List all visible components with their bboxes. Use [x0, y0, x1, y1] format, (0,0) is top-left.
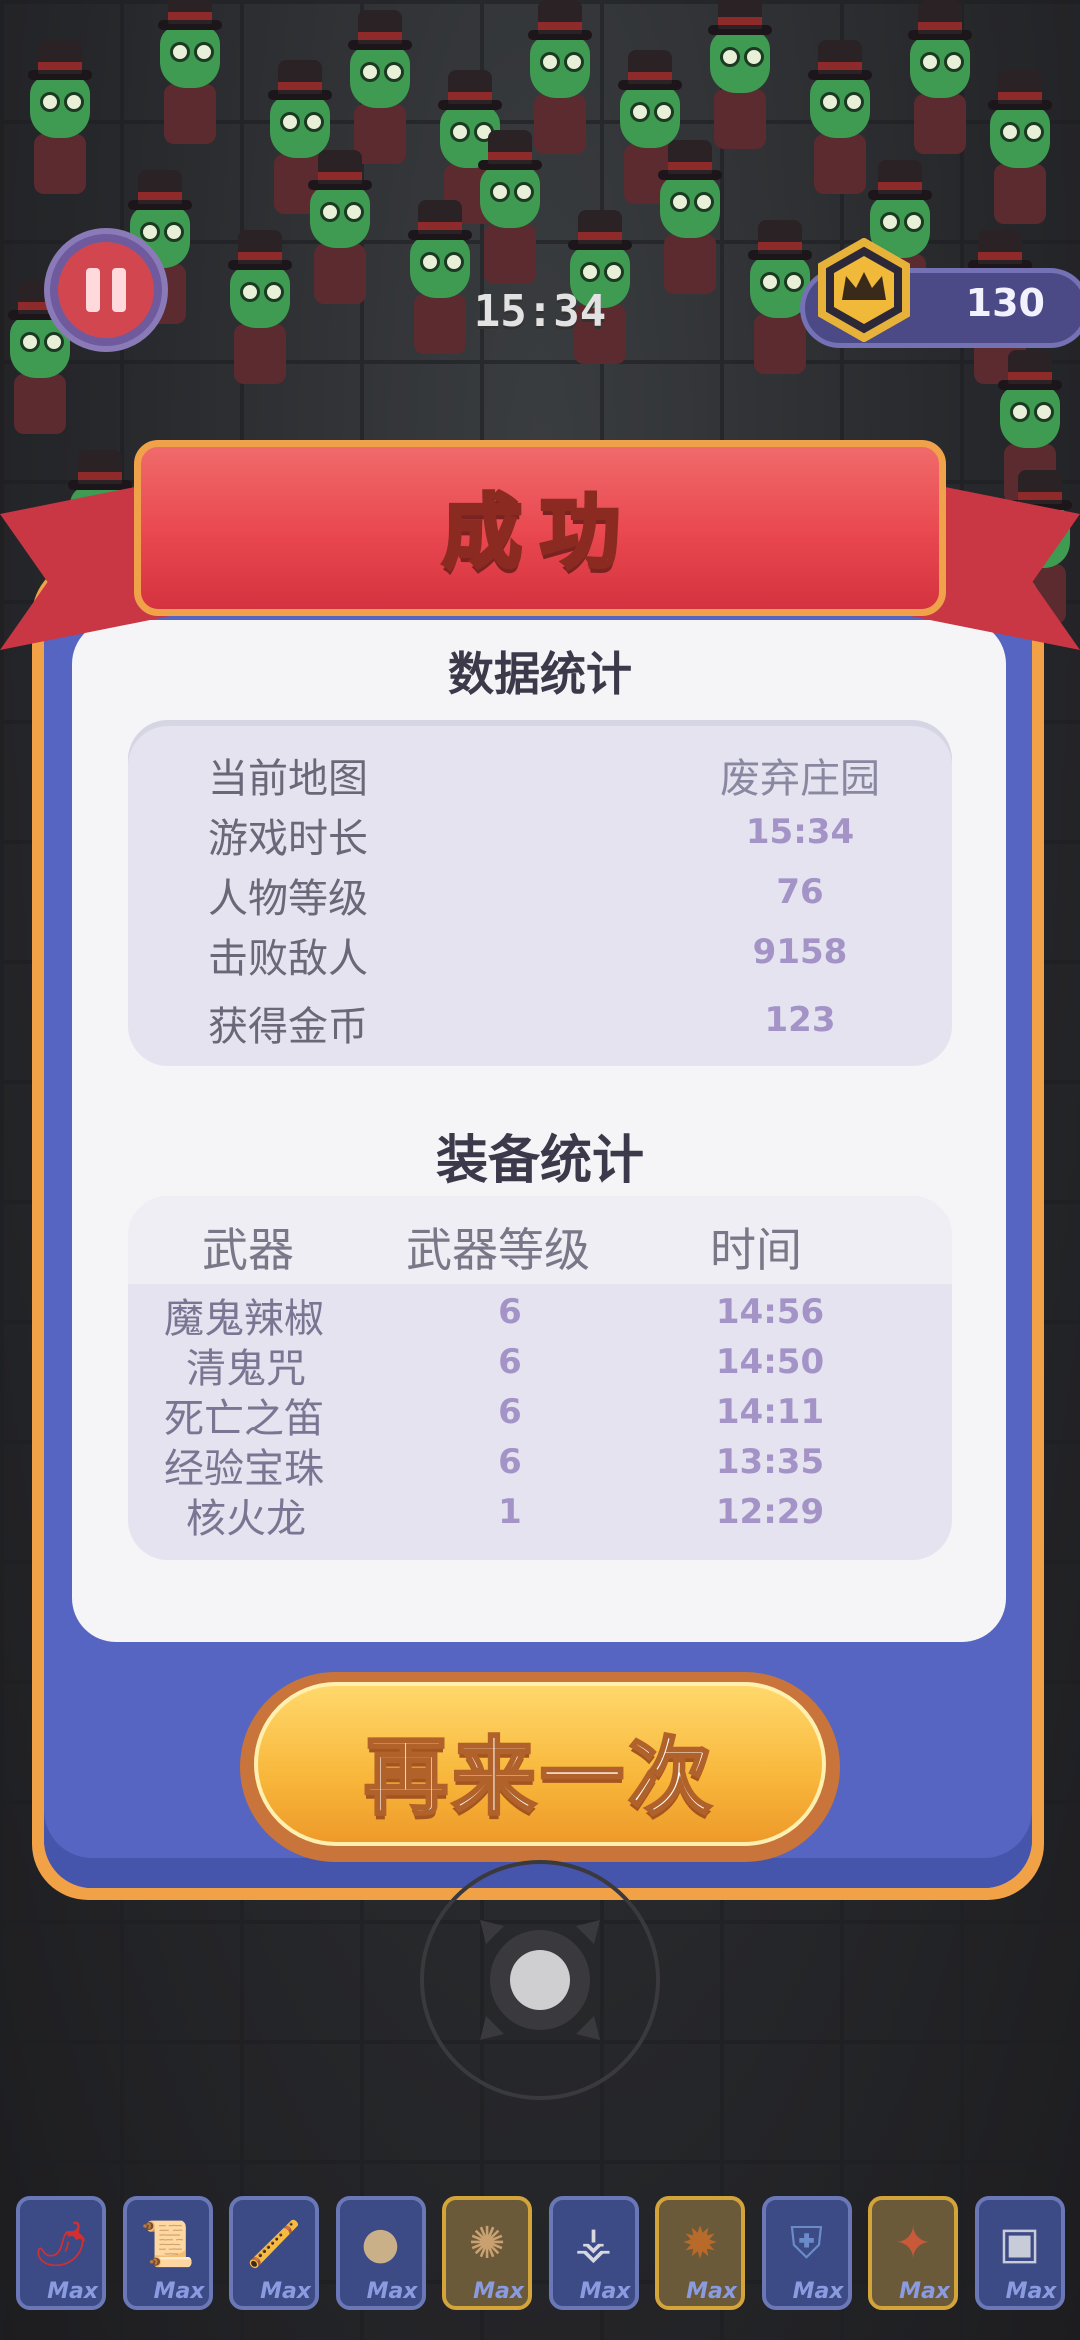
bomb-icon: ✹	[681, 2218, 719, 2269]
weapon-slot[interactable]: 🌶 Max	[16, 2196, 106, 2310]
stat-value-kills: 9158	[752, 932, 848, 972]
weapon-slot[interactable]: ✦ Max	[868, 2196, 958, 2310]
max-badge: Max	[1005, 2279, 1057, 2304]
equip-header-time: 时间	[710, 1223, 802, 1277]
stat-label-level: 人物等级	[208, 876, 368, 922]
equip-level: 6	[498, 1442, 522, 1482]
weapon-slot[interactable]: ⛨ Max	[761, 2196, 852, 2310]
stat-label-kills: 击败敌人	[208, 936, 368, 982]
stat-value-gold: 123	[764, 1000, 836, 1040]
chili-icon: 🌶	[33, 2219, 89, 2270]
joystick-arrows-icon	[480, 1920, 600, 2040]
equip-time: 14:11	[715, 1392, 825, 1432]
armor-icon: ⛨	[790, 2218, 823, 2269]
equip-time: 14:56	[715, 1292, 825, 1332]
result-title: 成功	[440, 484, 638, 581]
max-badge: Max	[686, 2279, 737, 2304]
equip-level: 1	[498, 1492, 522, 1532]
equip-level: 6	[498, 1342, 522, 1382]
stat-value-level: 76	[776, 872, 824, 912]
equip-header-level: 武器等级	[406, 1223, 590, 1277]
equip-time: 14:50	[715, 1342, 825, 1382]
orb-icon: ●	[361, 2218, 400, 2269]
equip-level: 6	[498, 1292, 522, 1332]
weapon-slot[interactable]: ● Max	[335, 2196, 426, 2310]
weapon-slot[interactable]: ▣ Max	[974, 2196, 1065, 2310]
gun-icon: ✦	[894, 2218, 932, 2269]
weapon-slot[interactable]: ✹ Max	[655, 2196, 745, 2310]
equip-time: 12:29	[715, 1492, 825, 1532]
equip-title: 装备统计	[435, 1131, 644, 1191]
game-timer: 15:34	[473, 286, 607, 337]
brain-icon: ✺	[468, 2218, 506, 2269]
pause-button[interactable]	[44, 228, 168, 352]
equip-time: 13:35	[715, 1442, 825, 1482]
max-badge: Max	[366, 2279, 418, 2304]
weapon-slot[interactable]: ⚶ Max	[548, 2196, 639, 2310]
max-badge: Max	[579, 2279, 631, 2304]
stat-value-duration: 15:34	[745, 812, 855, 852]
weapon-slot[interactable]: ✺ Max	[442, 2196, 532, 2310]
stat-label-map: 当前地图	[208, 756, 368, 802]
max-badge: Max	[899, 2279, 950, 2304]
max-badge: Max	[792, 2279, 844, 2304]
equip-header-weapon: 武器	[202, 1223, 294, 1277]
tablet-icon: ▣	[998, 2218, 1041, 2269]
stat-label-duration: 游戏时长	[208, 816, 368, 862]
retry-label[interactable]: 再来一次	[254, 1710, 826, 1831]
scroll-icon: 📜	[140, 2219, 195, 2270]
max-badge: Max	[153, 2279, 205, 2304]
stat-label-gold: 获得金币	[208, 1004, 368, 1050]
max-badge: Max	[47, 2279, 98, 2304]
stat-value-map: 废弃庄园	[720, 756, 880, 802]
weapon-slot[interactable]: 📜 Max	[122, 2196, 213, 2310]
max-badge: Max	[473, 2279, 524, 2304]
equip-level: 6	[498, 1392, 522, 1432]
flute-icon: 🪈	[246, 2219, 302, 2270]
pause-icon	[58, 242, 154, 338]
dragon-icon: ⚶	[574, 2218, 613, 2269]
weapon-slot[interactable]: 🪈 Max	[229, 2196, 319, 2310]
stats-title: 数据统计	[448, 647, 632, 701]
coin-value: 130	[965, 281, 1045, 325]
equip-weapon: 核火龙	[186, 1496, 306, 1542]
crown-icon	[818, 238, 910, 342]
max-badge: Max	[260, 2279, 311, 2304]
